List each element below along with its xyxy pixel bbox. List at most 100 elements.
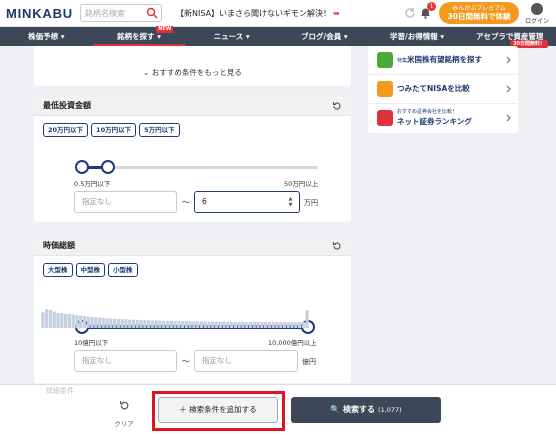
histogram-bar <box>199 321 204 328</box>
next-panel-title: 詳細条件 <box>46 387 74 395</box>
min-investment-lower-input[interactable]: 指定なし <box>74 191 177 213</box>
chip-small-cap[interactable]: 小型株 <box>108 263 138 277</box>
histogram-bar <box>275 322 279 328</box>
feature-text: つみたてNISAを比較 <box>397 84 470 93</box>
chevron-right-icon <box>506 85 511 93</box>
chip-20man[interactable]: 20万円以下 <box>43 123 89 137</box>
histogram-bar <box>82 316 86 328</box>
nav-label: 株価予想 ▾ <box>28 32 65 41</box>
histogram-bar <box>143 320 147 328</box>
new-badge: NEW <box>156 26 174 33</box>
market-cap-upper-input[interactable]: 指定なし <box>194 350 298 372</box>
us-stocks-icon <box>377 52 393 68</box>
chip-10man[interactable]: 10万円以下 <box>91 123 137 137</box>
histogram-bar <box>226 321 230 328</box>
market-cap-histogram <box>41 309 309 328</box>
show-more-conditions-link[interactable]: ⌄ おすすめ条件をもっと見る <box>34 67 351 78</box>
histogram-bar <box>267 322 271 328</box>
reset-icon[interactable] <box>332 101 342 111</box>
histogram-bar <box>180 321 185 328</box>
histogram-bar <box>90 316 94 328</box>
chevron-right-icon <box>506 56 511 64</box>
histogram-bar <box>233 322 237 328</box>
promo-link[interactable]: 【新NISA】いまさら聞けないギモン解決！ ➡ <box>176 8 340 19</box>
slider-max-label: 50万円以上 <box>284 180 319 188</box>
login-button[interactable]: ログイン <box>525 3 549 25</box>
nav-label: 学習/お得情報 ▾ <box>389 32 445 41</box>
histogram-bar <box>113 318 117 328</box>
histogram-bar <box>86 316 90 328</box>
histogram-bar <box>139 319 143 328</box>
market-cap-lower-input[interactable]: 指定なし <box>74 350 177 372</box>
histogram-bar <box>196 321 200 328</box>
histogram-bar <box>63 313 68 328</box>
slider-min-label: 0.5万円以下 <box>74 180 111 188</box>
premium-trial-button[interactable]: みんかぶプレミアム 30日間無料で体験 <box>439 2 519 24</box>
nav-asset-management[interactable]: アセプラで資産管理 30日間無料！ <box>463 27 556 48</box>
chip-large-cap[interactable]: 大型株 <box>43 263 73 277</box>
feature-us-stocks-link[interactable]: 特集米国株有望銘柄を探す <box>368 46 518 75</box>
search-button[interactable]: 🔍 検索する (1,077) <box>291 397 441 423</box>
nav-learning[interactable]: 学習/お得情報 ▾ <box>371 27 464 46</box>
histogram-bar <box>131 319 136 328</box>
nav-find-stocks[interactable]: 銘柄を探す ▾ NEW <box>92 26 186 46</box>
recommended-conditions-card: ⌄ おすすめ条件をもっと見る <box>34 46 351 86</box>
histogram-bar <box>162 320 166 328</box>
stock-search-input[interactable]: 銘柄名検索 <box>80 4 162 22</box>
feature-text: ネット証券ランキング <box>397 117 472 126</box>
result-count: (1,077) <box>378 406 402 414</box>
promo-arrow-icon: ➡ <box>333 9 340 18</box>
histogram-bar <box>48 310 53 328</box>
histogram-bar <box>71 314 75 328</box>
histogram-bar <box>135 319 139 328</box>
chevron-right-icon <box>506 114 511 122</box>
reset-icon[interactable] <box>332 241 342 251</box>
histogram-bar <box>94 317 98 328</box>
min-investment-upper-input[interactable]: 6 ▲ ▼ <box>194 191 300 213</box>
histogram-bar <box>116 319 120 328</box>
search-icon[interactable] <box>146 7 158 19</box>
histogram-bar <box>120 319 124 328</box>
premium-line2: 30日間無料で体験 <box>447 12 511 21</box>
nav-blog-member[interactable]: ブログ/会員 ▾ <box>278 27 371 46</box>
promo-text: 【新NISA】いまさら聞けないギモン解決！ <box>176 9 332 18</box>
nav-stock-forecast[interactable]: 株価予想 ▾ <box>0 27 93 46</box>
histogram-bar <box>75 315 79 328</box>
histogram-bar <box>271 322 275 328</box>
undo-icon <box>119 401 128 410</box>
min-investment-high-handle[interactable] <box>101 160 115 174</box>
panel-title: 時価総額 <box>43 241 75 250</box>
refresh-icon[interactable] <box>404 7 416 19</box>
chip-5man[interactable]: 5万円以下 <box>139 123 180 137</box>
panel-title: 最低投資金額 <box>43 101 91 110</box>
min-investment-low-handle[interactable] <box>75 160 89 174</box>
histogram-bar <box>109 318 113 328</box>
feature-links-card: 特集米国株有望銘柄を探す つみたてNISAを比較 おすすめ証券会社を比較！ ネット… <box>368 46 518 133</box>
histogram-bar <box>248 322 253 328</box>
feature-nisa-compare-link[interactable]: つみたてNISAを比較 <box>368 75 518 104</box>
notification-badge: 1 <box>427 2 436 11</box>
chip-mid-cap[interactable]: 中型株 <box>75 263 105 277</box>
min-investment-slider-track[interactable] <box>82 166 318 169</box>
nisa-icon <box>377 81 393 97</box>
feature-small: おすすめ証券会社を比較！ <box>397 109 458 115</box>
histogram-bar <box>150 320 154 328</box>
histogram-bar <box>177 321 181 328</box>
clear-label: クリア <box>114 420 134 428</box>
feature-broker-ranking-link[interactable]: おすすめ証券会社を比較！ ネット証券ランキング <box>368 104 518 133</box>
unit-label: 万円 <box>304 199 318 207</box>
min-investment-panel: 最低投資金額 20万円以下 10万円以下 5万円以下 0.5万円以下 50万円以… <box>34 96 351 222</box>
histogram-bar <box>146 320 151 328</box>
number-spinner-icon[interactable]: ▲ ▼ <box>287 196 294 208</box>
nav-label: ブログ/会員 ▾ <box>301 32 348 41</box>
nav-label: 銘柄を探す ▾ <box>117 32 161 41</box>
min-investment-chips: 20万円以下 10万円以下 5万円以下 <box>43 123 180 137</box>
clear-button[interactable]: クリア <box>110 400 138 430</box>
nav-news[interactable]: ニュース ▾ <box>185 27 278 46</box>
histogram-bar <box>297 322 302 328</box>
histogram-bar <box>222 321 226 328</box>
minkabu-logo[interactable]: MINKABU <box>6 6 73 21</box>
histogram-bar <box>245 322 249 328</box>
histogram-bar <box>211 321 215 328</box>
histogram-bar <box>203 321 207 328</box>
